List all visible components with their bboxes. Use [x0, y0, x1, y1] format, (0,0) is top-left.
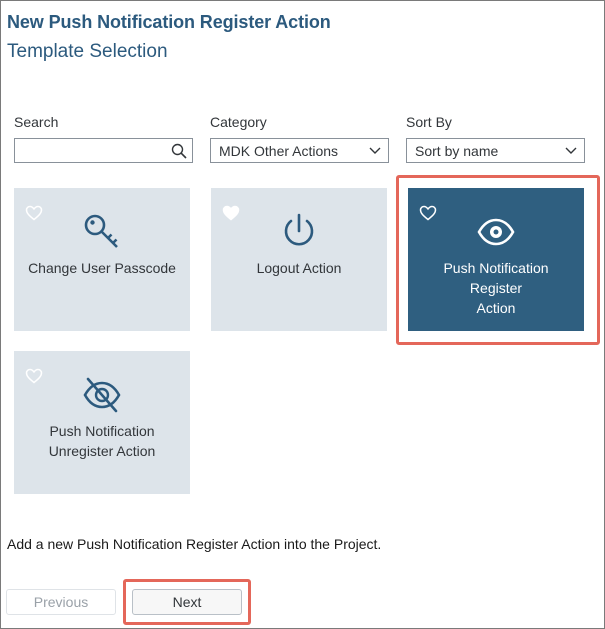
wizard-dialog: New Push Notification Register Action Te… [0, 0, 605, 629]
power-icon [211, 212, 387, 252]
template-description: Add a new Push Notification Register Act… [7, 536, 382, 552]
chevron-down-icon[interactable] [362, 139, 388, 162]
tile-label: Logout Action [219, 258, 379, 278]
sort-select-value: Sort by name [415, 142, 499, 159]
sort-label: Sort By [406, 114, 452, 130]
template-tile-logout-action[interactable]: Logout Action [211, 188, 387, 331]
selection-highlight [396, 175, 600, 345]
key-icon [14, 212, 190, 252]
tile-label-line: Push Notification [49, 423, 155, 439]
tile-label: Change User Passcode [22, 258, 182, 278]
search-label: Search [14, 114, 59, 130]
template-tile-push-notification-unregister-action[interactable]: Push Notification Unregister Action [14, 351, 190, 494]
chevron-down-icon[interactable] [558, 139, 584, 162]
wizard-title: New Push Notification Register Action [7, 12, 331, 32]
tile-label: Push Notification Unregister Action [22, 421, 182, 461]
search-icon[interactable] [166, 139, 192, 162]
sort-select[interactable]: Sort by name [406, 138, 585, 163]
category-select[interactable]: MDK Other Actions [210, 138, 389, 163]
template-tile-change-user-passcode[interactable]: Change User Passcode [14, 188, 190, 331]
category-select-value: MDK Other Actions [219, 142, 339, 159]
step-title: Template Selection [7, 41, 168, 62]
eye-slash-icon [14, 375, 190, 415]
search-input[interactable] [14, 138, 193, 163]
next-button-highlight [123, 579, 251, 625]
tile-label-line: Change User Passcode [28, 260, 176, 276]
previous-button[interactable]: Previous [6, 589, 116, 615]
tile-label-line: Unregister Action [48, 443, 156, 459]
tile-label-line: Logout Action [256, 260, 342, 276]
category-label: Category [210, 114, 267, 130]
